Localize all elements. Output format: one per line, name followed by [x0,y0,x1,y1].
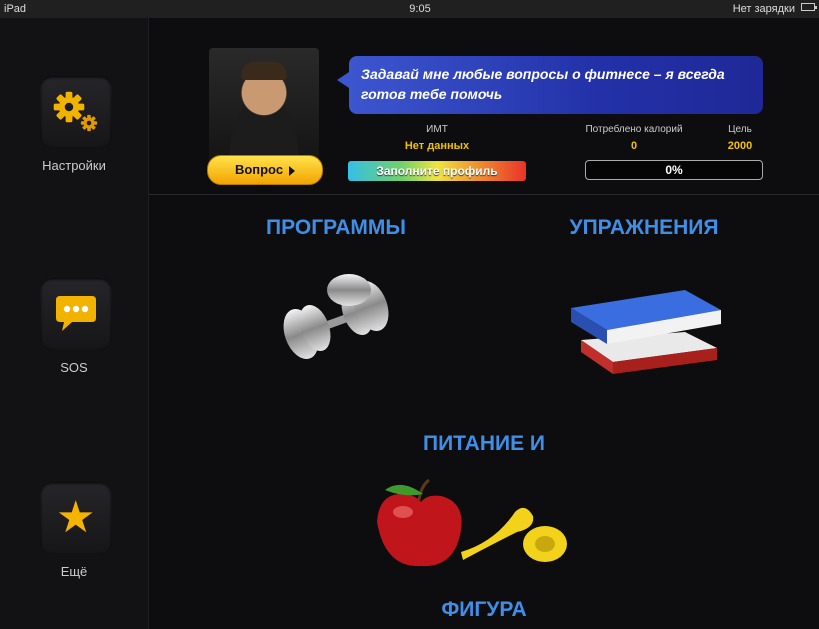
star-icon: ★ [56,493,96,542]
ask-question-label: Вопрос [234,162,284,177]
apple-tape-icon [377,478,567,567]
coach-hair [241,62,287,80]
exercises-tile[interactable]: УПРАЖНЕНИЯ [519,214,769,404]
divider [149,194,819,195]
calories-label: Потреблено калорий [585,124,683,135]
sidebar-item-more[interactable]: ★ Ещё [0,482,148,592]
main-panel: Вопрос Задавай мне любые вопросы о фитне… [149,18,819,629]
sidebar: Настройки SOS ★ Ещё [0,18,149,629]
device-name: iPad [4,3,27,15]
coach-speech-bubble: Задавай мне любые вопросы о фитнесе – я … [337,56,763,114]
small-gear-icon [80,114,98,132]
settings-icon-tile [40,76,112,148]
play-arrow-icon [289,165,296,176]
bmi-label: ИМТ [426,124,448,135]
calorie-progress-bar: 0% [585,160,763,180]
clock: 9:05 [409,3,431,15]
nutrition-title-bottom: ФИГУРА [441,598,527,621]
goal-label: Цель [728,124,752,135]
sidebar-item-sos[interactable]: SOS [0,278,148,388]
sidebar-item-label: SOS [60,360,88,375]
sidebar-item-settings[interactable]: Настройки [0,76,148,186]
books-icon [571,290,721,374]
fill-profile-button[interactable]: Заполните профиль [348,161,526,181]
sos-icon-tile [40,278,112,350]
progress-text: 0% [665,163,683,177]
battery-icon [801,3,817,11]
sidebar-item-label: Настройки [42,158,106,173]
chat-bubble-icon [56,296,96,331]
programs-title: ПРОГРАММЫ [266,216,406,239]
more-icon-tile: ★ [40,482,112,554]
nutrition-tile[interactable]: ПИТАНИЕ И ФИГУРА [359,428,609,623]
goal-value: 2000 [727,140,753,152]
calories-value: 0 [630,140,638,152]
exercises-title: УПРАЖНЕНИЯ [569,216,719,239]
ask-question-button[interactable]: Вопрос [207,155,323,185]
sidebar-item-label: Ещё [60,564,88,579]
status-bar: iPad 9:05 Нет зарядки [0,0,819,18]
dumbbell-icon [283,274,389,360]
programs-tile[interactable]: ПРОГРАММЫ [211,214,461,404]
nutrition-title-top: ПИТАНИЕ И [422,432,546,455]
bmi-value: Нет данных [404,140,470,152]
battery-status: Нет зарядки [732,3,795,15]
